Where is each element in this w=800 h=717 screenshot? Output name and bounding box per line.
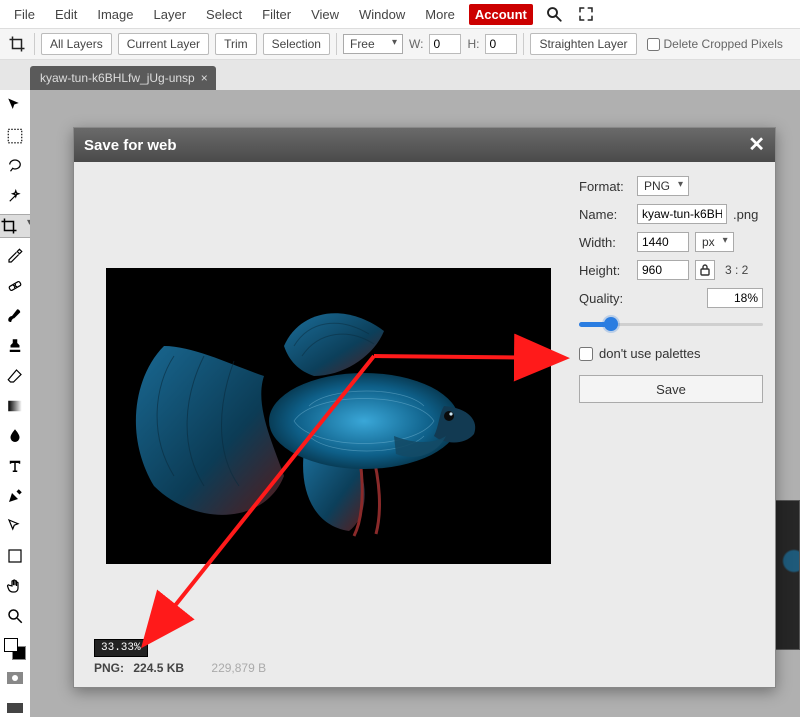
zoom-badge[interactable]: 33.33% bbox=[94, 639, 148, 657]
height-input[interactable] bbox=[637, 260, 689, 280]
hand-tool-icon[interactable] bbox=[3, 574, 27, 598]
opt-h-label: H: bbox=[467, 37, 479, 51]
height-label: Height: bbox=[579, 263, 631, 278]
opt-current-layer[interactable]: Current Layer bbox=[118, 33, 209, 55]
quality-label: Quality: bbox=[579, 291, 701, 306]
menu-file[interactable]: File bbox=[6, 3, 43, 26]
quality-slider[interactable] bbox=[579, 316, 763, 332]
opt-delete-cropped[interactable]: Delete Cropped Pixels bbox=[647, 37, 783, 51]
search-icon[interactable] bbox=[543, 3, 565, 25]
width-unit-select[interactable]: px bbox=[695, 232, 734, 252]
doc-tab-bar: kyaw-tun-k6BHLfw_jUg-unsp × bbox=[0, 60, 800, 90]
opt-straighten[interactable]: Straighten Layer bbox=[530, 33, 636, 55]
canvas-image-peek bbox=[775, 500, 800, 650]
menu-view[interactable]: View bbox=[303, 3, 347, 26]
type-tool-icon[interactable] bbox=[3, 454, 27, 478]
menu-select[interactable]: Select bbox=[198, 3, 250, 26]
opt-delete-cropped-checkbox[interactable] bbox=[647, 38, 660, 51]
fullscreen-icon[interactable] bbox=[575, 3, 597, 25]
doc-tab-title: kyaw-tun-k6BHLfw_jUg-unsp bbox=[40, 71, 195, 85]
name-input[interactable] bbox=[637, 204, 727, 224]
opt-trim[interactable]: Trim bbox=[215, 33, 257, 55]
options-bar: All Layers Current Layer Trim Selection … bbox=[0, 28, 800, 60]
slider-thumb[interactable] bbox=[604, 317, 618, 331]
save-for-web-dialog: Save for web ✕ bbox=[73, 127, 776, 688]
menu-more[interactable]: More bbox=[417, 3, 463, 26]
separator bbox=[523, 33, 524, 55]
opt-all-layers[interactable]: All Layers bbox=[41, 33, 112, 55]
menu-bar: File Edit Image Layer Select Filter View… bbox=[0, 0, 800, 28]
preview-fish-illustration bbox=[114, 276, 544, 556]
save-button[interactable]: Save bbox=[579, 375, 763, 403]
footer-bytes: 229,879 B bbox=[211, 661, 266, 675]
eyedropper-tool-icon[interactable] bbox=[3, 244, 27, 268]
blur-tool-icon[interactable] bbox=[3, 424, 27, 448]
screenmode-icon[interactable] bbox=[3, 696, 27, 717]
footer-filesize: 224.5 KB bbox=[133, 661, 184, 675]
menu-window[interactable]: Window bbox=[351, 3, 413, 26]
quickmask-icon[interactable] bbox=[3, 666, 27, 690]
color-swatches[interactable] bbox=[4, 638, 26, 660]
footer-format: PNG: bbox=[94, 661, 124, 675]
gradient-tool-icon[interactable] bbox=[3, 394, 27, 418]
zoom-tool-icon[interactable] bbox=[3, 604, 27, 628]
opt-w-label: W: bbox=[409, 37, 423, 51]
brush-tool-icon[interactable] bbox=[3, 304, 27, 328]
eraser-tool-icon[interactable] bbox=[3, 364, 27, 388]
menu-edit[interactable]: Edit bbox=[47, 3, 85, 26]
menu-image[interactable]: Image bbox=[89, 3, 141, 26]
pen-tool-icon[interactable] bbox=[3, 484, 27, 508]
shape-tool-icon[interactable] bbox=[3, 544, 27, 568]
path-select-tool-icon[interactable] bbox=[3, 514, 27, 538]
tool-column bbox=[0, 90, 30, 717]
format-label: Format: bbox=[579, 179, 631, 194]
menu-account[interactable]: Account bbox=[469, 4, 533, 25]
palettes-row[interactable]: don't use palettes bbox=[579, 346, 763, 361]
menu-filter[interactable]: Filter bbox=[254, 3, 299, 26]
marquee-tool-icon[interactable] bbox=[3, 124, 27, 148]
format-select[interactable]: PNG bbox=[637, 176, 689, 196]
crop-icon[interactable] bbox=[6, 33, 28, 55]
wand-tool-icon[interactable] bbox=[3, 184, 27, 208]
close-icon[interactable]: × bbox=[201, 71, 208, 85]
palettes-label: don't use palettes bbox=[599, 346, 701, 361]
opt-delete-cropped-label: Delete Cropped Pixels bbox=[664, 37, 783, 51]
stamp-tool-icon[interactable] bbox=[3, 334, 27, 358]
dialog-title: Save for web bbox=[84, 137, 177, 154]
heal-tool-icon[interactable] bbox=[3, 274, 27, 298]
name-label: Name: bbox=[579, 207, 631, 222]
palettes-checkbox[interactable] bbox=[579, 347, 593, 361]
separator bbox=[336, 33, 337, 55]
menu-layer[interactable]: Layer bbox=[146, 3, 195, 26]
opt-w-input[interactable] bbox=[429, 34, 461, 54]
width-input[interactable] bbox=[637, 232, 689, 252]
name-ext: .png bbox=[733, 207, 758, 222]
opt-selection[interactable]: Selection bbox=[263, 33, 330, 55]
aspect-ratio: 3 : 2 bbox=[725, 263, 748, 277]
quality-input[interactable] bbox=[707, 288, 763, 308]
fg-color-swatch[interactable] bbox=[4, 638, 18, 652]
image-preview[interactable] bbox=[106, 268, 551, 564]
doc-tab[interactable]: kyaw-tun-k6BHLfw_jUg-unsp × bbox=[30, 66, 216, 90]
opt-h-input[interactable] bbox=[485, 34, 517, 54]
close-icon[interactable]: ✕ bbox=[748, 135, 765, 155]
opt-ratio-select[interactable]: Free bbox=[343, 34, 403, 54]
dialog-controls: Format: PNG Name: .png Width: px Height:… bbox=[573, 176, 763, 675]
move-tool-icon[interactable] bbox=[3, 94, 27, 118]
separator bbox=[34, 33, 35, 55]
dialog-titlebar[interactable]: Save for web ✕ bbox=[74, 128, 775, 162]
lock-ratio-icon[interactable] bbox=[695, 260, 715, 280]
width-label: Width: bbox=[579, 235, 631, 250]
lasso-tool-icon[interactable] bbox=[3, 154, 27, 178]
dialog-footer: 33.33% PNG: 224.5 KB 229,879 B bbox=[86, 639, 573, 675]
